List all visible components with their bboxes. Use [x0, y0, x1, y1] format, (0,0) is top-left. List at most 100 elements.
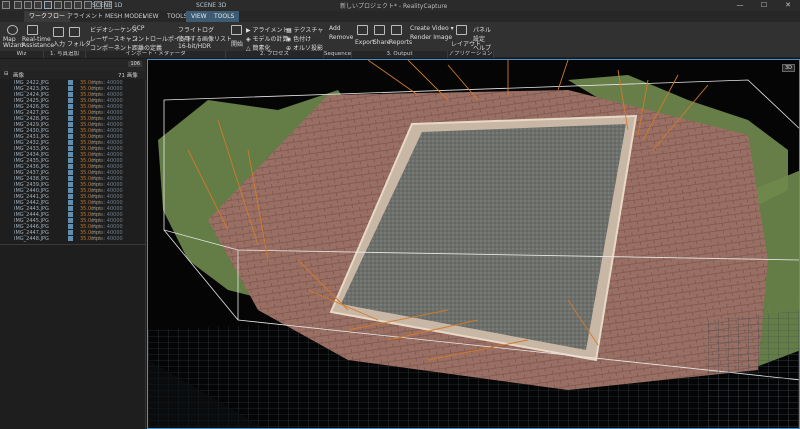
export-icon[interactable] — [357, 25, 368, 35]
map-wizard-button[interactable]: Map Wizard — [3, 37, 23, 49]
reports-icon[interactable] — [391, 25, 402, 35]
viewport-badge: 3D — [781, 64, 795, 72]
tab-view-3d[interactable]: VIEW — [186, 11, 212, 22]
image-enabled-checkbox[interactable] — [68, 152, 73, 157]
sequence-add-button[interactable]: Add — [329, 25, 341, 32]
image-enabled-checkbox[interactable] — [68, 104, 73, 109]
laser-scan-button[interactable]: レーザースキャン — [90, 34, 138, 43]
panel-count-badge: 106 — [128, 61, 142, 67]
feature-info: Hpts: 40000 — [92, 236, 123, 242]
viewport-3d[interactable]: 3D — [147, 59, 800, 429]
images-root-label: 画像 — [13, 73, 25, 79]
image-enabled-checkbox[interactable] — [68, 212, 73, 217]
window-title: 新しいプロジェクト* - RealityCapture — [340, 3, 448, 10]
panel-divider — [0, 244, 146, 245]
image-enabled-checkbox[interactable] — [68, 206, 73, 211]
hdr-button[interactable]: 16-bit/HDR — [178, 43, 211, 50]
image-enabled-checkbox[interactable] — [68, 146, 73, 151]
render-image-button[interactable]: Render Image — [410, 34, 452, 41]
create-video-button: Create Video ▾ — [410, 25, 454, 32]
ribbon-tabs: ワークフロー アライメント MESH MODEL VIEW TOOLS VIEW… — [0, 2, 800, 22]
open-icon[interactable] — [24, 1, 32, 9]
reports-button[interactable]: Reports — [389, 39, 412, 46]
new-project-icon[interactable] — [14, 1, 22, 9]
texture-button: ▦ テクスチャ — [286, 27, 324, 34]
align-icon[interactable] — [231, 25, 242, 35]
group-wizard: Wiz — [0, 51, 44, 58]
group-process: 2. プロセス — [226, 51, 324, 58]
folder-button[interactable]: フォルダ — [67, 39, 91, 48]
app-logo-icon[interactable] — [2, 1, 10, 9]
image-enabled-checkbox[interactable] — [68, 128, 73, 133]
share-icon[interactable] — [374, 25, 385, 35]
save-icon[interactable] — [34, 1, 42, 9]
group-sequence: Sequence — [324, 51, 352, 58]
chevron-down-icon: ▾ — [448, 25, 454, 32]
layout-3-icon[interactable] — [74, 1, 82, 9]
image-enabled-checkbox[interactable] — [68, 116, 73, 121]
sequence-remove-button[interactable]: Remove — [329, 34, 353, 41]
close-button[interactable]: ✕ — [776, 0, 800, 11]
export-button[interactable]: Export — [355, 39, 375, 46]
layout-icon[interactable] — [44, 1, 52, 9]
group-application: アプリケーション — [448, 51, 494, 58]
images-panel: 106 ⊟ 画像 71 画像 IMG_2422.JPG 35.0mm Hpts: 4… — [0, 59, 146, 429]
image-enabled-checkbox[interactable] — [68, 158, 73, 163]
scene-1d-label: SCENE 1D — [92, 2, 123, 9]
image-enabled-checkbox[interactable] — [68, 80, 73, 85]
tab-view[interactable]: VIEW — [138, 11, 164, 22]
layout-icon-large[interactable] — [456, 25, 467, 35]
scene-3d[interactable] — [148, 60, 800, 429]
image-enabled-checkbox[interactable] — [68, 200, 73, 205]
panel-button[interactable]: パネル — [473, 25, 491, 34]
folder-icon[interactable] — [69, 27, 80, 37]
image-enabled-checkbox[interactable] — [68, 140, 73, 145]
image-enabled-checkbox[interactable] — [68, 122, 73, 127]
image-enabled-checkbox[interactable] — [68, 218, 73, 223]
video-sequence-button[interactable]: ビデオシーケンス — [90, 25, 138, 34]
gcp-button[interactable]: GCP — [132, 25, 144, 32]
maximize-button[interactable]: ☐ — [752, 0, 776, 11]
group-add-photos: 1. 写真追加 — [44, 51, 86, 58]
image-row[interactable]: IMG_2448.JPG 35.0mm Hpts: 40000 — [0, 236, 140, 242]
image-enabled-checkbox[interactable] — [68, 110, 73, 115]
image-enabled-checkbox[interactable] — [68, 98, 73, 103]
input-icon[interactable] — [53, 27, 64, 37]
image-enabled-checkbox[interactable] — [68, 164, 73, 169]
layout-2-icon[interactable] — [64, 1, 72, 9]
layout-1-icon[interactable] — [54, 1, 62, 9]
share-button[interactable]: Share — [373, 39, 390, 46]
image-enabled-checkbox[interactable] — [68, 230, 73, 235]
image-enabled-checkbox[interactable] — [68, 224, 73, 229]
image-enabled-checkbox[interactable] — [68, 188, 73, 193]
collapse-icon[interactable]: ⊟ — [4, 71, 9, 77]
image-enabled-checkbox[interactable] — [68, 170, 73, 175]
layout-4-icon[interactable] — [84, 1, 92, 9]
colorize-button: ◉ 色付け — [286, 36, 312, 43]
images-count: 71 画像 — [118, 73, 138, 79]
panel-toolbar: 106 — [0, 59, 146, 71]
image-enabled-checkbox[interactable] — [68, 176, 73, 181]
image-enabled-checkbox[interactable] — [68, 236, 73, 241]
image-enabled-checkbox[interactable] — [68, 194, 73, 199]
input-button[interactable]: 入力 — [53, 39, 65, 48]
image-name: IMG_2448.JPG — [14, 236, 49, 242]
image-enabled-checkbox[interactable] — [68, 92, 73, 97]
image-enabled-checkbox[interactable] — [68, 86, 73, 91]
texture-icon: ▦ — [286, 27, 294, 34]
images-tree-header[interactable]: ⊟ 画像 71 画像 — [0, 71, 146, 79]
tab-tools-3d[interactable]: TOOLS — [209, 11, 240, 22]
minimize-button[interactable]: — — [728, 0, 752, 11]
image-enabled-checkbox[interactable] — [68, 134, 73, 139]
flight-log-button[interactable]: フライトログ — [178, 25, 214, 34]
assistance-icon[interactable] — [27, 25, 38, 35]
settings-button[interactable]: 設定 — [473, 34, 485, 43]
calculate-model-button: ◈ モデルの計算 — [246, 36, 289, 43]
align-button[interactable]: 開始 — [231, 39, 243, 48]
realtime-assistance-button[interactable]: Real-time Assistance — [22, 37, 54, 49]
image-list-button[interactable]: 使用する画像リスト — [178, 34, 232, 43]
map-wizard-icon[interactable] — [7, 25, 18, 35]
ribbon: Map Wizard Real-time Assistance 入力 フォルダ … — [0, 22, 800, 58]
group-output: 3. Output — [352, 51, 448, 58]
image-enabled-checkbox[interactable] — [68, 182, 73, 187]
